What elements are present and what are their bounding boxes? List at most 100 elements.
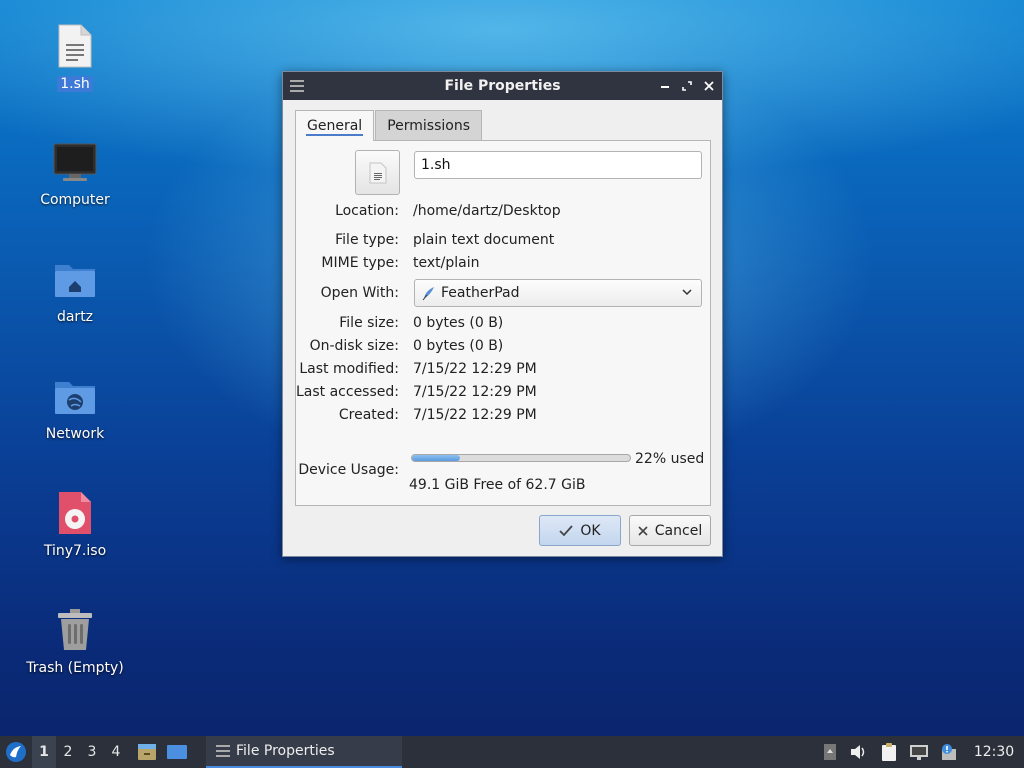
lubuntu-logo-icon — [6, 742, 26, 762]
created-row: Created: 7/15/22 12:29 PM — [296, 407, 710, 427]
mime-type-value: text/plain — [413, 255, 480, 271]
start-menu-button[interactable] — [0, 736, 32, 768]
cancel-x-icon — [638, 525, 648, 536]
device-usage-fill — [412, 455, 460, 461]
device-usage-bar — [411, 454, 631, 462]
workspace-2[interactable]: 2 — [56, 736, 80, 768]
file-type-row: File type: plain text document — [296, 232, 710, 252]
device-usage-label: Device Usage: — [298, 462, 399, 478]
last-modified-value: 7/15/22 12:29 PM — [413, 361, 537, 377]
desktop-icon-dartz[interactable]: dartz — [20, 255, 130, 325]
file-size-value: 0 bytes (0 B) — [413, 315, 504, 331]
desktop-icon-label: Network — [45, 426, 105, 442]
file-type-label: File type: — [335, 232, 399, 248]
desktop-icon-network[interactable]: Network — [20, 372, 130, 442]
ok-label: OK — [580, 522, 601, 539]
desktop-icon-label: Tiny7.iso — [43, 543, 107, 559]
workspace-label: 4 — [111, 744, 121, 760]
cancel-label: Cancel — [654, 522, 703, 539]
open-with-label: Open With: — [320, 285, 399, 301]
minimize-button[interactable] — [656, 77, 674, 95]
file-type-value: plain text document — [413, 232, 555, 248]
desktop-icon — [167, 745, 187, 759]
clock[interactable]: 12:30 — [968, 744, 1020, 760]
tab-label: Permissions — [387, 117, 470, 134]
window-menu-button[interactable] — [283, 80, 311, 92]
tray-arrow-icon — [824, 744, 836, 760]
close-icon — [704, 81, 714, 91]
system-tray: 12:30 — [820, 736, 1024, 768]
last-accessed-value: 7/15/22 12:29 PM — [413, 384, 537, 400]
open-with-select[interactable]: FeatherPad — [414, 279, 702, 307]
workspace-label: 3 — [87, 744, 97, 760]
desktop-icon-label: dartz — [56, 309, 94, 325]
last-accessed-row: Last accessed: 7/15/22 12:29 PM — [296, 384, 710, 404]
file-cabinet-icon — [138, 744, 156, 760]
workspace-3[interactable]: 3 — [80, 736, 104, 768]
mime-type-row: MIME type: text/plain — [296, 255, 710, 275]
menu-icon — [290, 80, 304, 92]
workspace-1[interactable]: 1 — [32, 736, 56, 768]
update-notification-icon — [942, 744, 956, 760]
dialog-titlebar[interactable]: File Properties — [283, 72, 722, 100]
desktop-icon-trash[interactable]: Trash (Empty) — [20, 606, 130, 676]
clipboard-icon — [882, 743, 896, 761]
desktop-icon-label: 1.sh — [57, 76, 93, 92]
location-value: /home/dartz/Desktop — [413, 203, 561, 219]
show-desktop-button[interactable] — [162, 736, 192, 768]
text-file-icon — [51, 22, 99, 70]
workspace-label: 2 — [63, 744, 73, 760]
filename-input[interactable] — [414, 151, 702, 179]
cancel-button[interactable]: Cancel — [629, 515, 711, 546]
network-button[interactable] — [908, 736, 930, 768]
device-usage-percent: 22% used — [635, 451, 705, 467]
network-wired-icon — [910, 745, 928, 760]
workspace-label: 1 — [39, 744, 49, 760]
general-panel: Location: /home/dartz/Desktop File type:… — [295, 140, 711, 506]
home-folder-icon — [51, 255, 99, 303]
menu-icon — [216, 745, 230, 757]
workspace-4[interactable]: 4 — [104, 736, 128, 768]
last-accessed-label: Last accessed: — [295, 384, 399, 400]
taskbar-window-file-properties[interactable]: File Properties — [206, 736, 402, 768]
disc-image-icon — [51, 489, 99, 537]
tab-permissions[interactable]: Permissions — [375, 110, 482, 140]
desktop-icon-computer[interactable]: Computer — [20, 138, 130, 208]
location-row: Location: /home/dartz/Desktop — [296, 203, 710, 223]
text-file-icon — [369, 162, 386, 183]
on-disk-size-label: On-disk size: — [309, 338, 399, 354]
taskbar-window-title: File Properties — [236, 743, 335, 759]
minimize-icon — [661, 86, 669, 88]
file-properties-dialog: File Properties General Permissions 1.sh… — [282, 71, 723, 557]
close-button[interactable] — [700, 77, 718, 95]
created-value: 7/15/22 12:29 PM — [413, 407, 537, 423]
maximize-icon — [682, 81, 692, 91]
taskbar: 1 2 3 4 File Properties 12:30 — [0, 736, 1024, 768]
tray-scroll-button[interactable] — [820, 736, 840, 768]
on-disk-size-row: On-disk size: 0 bytes (0 B) — [296, 338, 710, 358]
volume-button[interactable] — [848, 736, 870, 768]
clipboard-button[interactable] — [878, 736, 900, 768]
desktop-icon-label: Computer — [40, 192, 110, 208]
last-modified-label: Last modified: — [299, 361, 399, 377]
change-icon-button[interactable] — [355, 150, 400, 195]
desktop-icon-tiny7-iso[interactable]: Tiny7.iso — [20, 489, 130, 559]
checkmark-icon — [559, 524, 574, 536]
chevron-down-icon — [682, 289, 692, 296]
desktop-icon-label: Trash (Empty) — [26, 660, 124, 676]
computer-icon — [51, 138, 99, 186]
maximize-button[interactable] — [678, 77, 696, 95]
file-size-row: File size: 0 bytes (0 B) — [296, 315, 710, 335]
device-usage-free: 49.1 GiB Free of 62.7 GiB — [409, 477, 586, 493]
last-modified-row: Last modified: 7/15/22 12:29 PM — [296, 361, 710, 381]
file-manager-launcher[interactable] — [132, 736, 162, 768]
on-disk-size-value: 0 bytes (0 B) — [413, 338, 504, 354]
mime-type-label: MIME type: — [321, 255, 399, 271]
open-with-value: FeatherPad — [441, 285, 520, 301]
desktop-icon-1-sh[interactable]: 1.sh — [20, 22, 130, 92]
ok-button[interactable]: OK — [539, 515, 621, 546]
trash-icon — [51, 606, 99, 654]
tab-label: General — [307, 118, 363, 134]
updates-button[interactable] — [938, 736, 960, 768]
tab-general[interactable]: General — [295, 110, 375, 141]
